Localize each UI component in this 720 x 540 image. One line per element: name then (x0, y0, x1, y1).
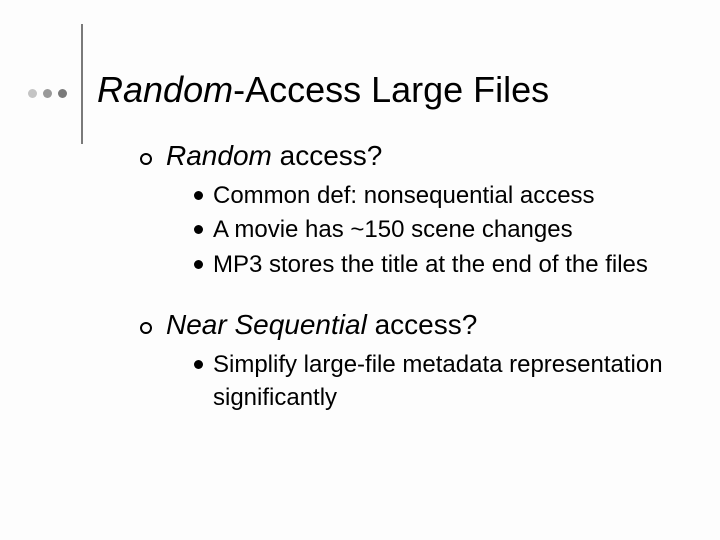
bullet-group: Simplify large-file metadata representat… (194, 349, 680, 414)
bullet-group: Common def: nonsequential access A movie… (194, 180, 680, 281)
dot-icon (58, 89, 67, 98)
disc-bullet-icon (194, 360, 203, 369)
ring-bullet-icon (140, 322, 152, 334)
list-item: MP3 stores the title at the end of the f… (194, 249, 680, 281)
bullet-text: MP3 stores the title at the end of the f… (213, 249, 648, 281)
heading-italic: Near Sequential (166, 309, 367, 340)
dot-icon (28, 89, 37, 98)
heading-italic: Random (166, 140, 272, 171)
header-row: Random-Access Large Files (28, 24, 684, 144)
decorator-dots (28, 89, 67, 98)
disc-bullet-icon (194, 225, 203, 234)
slide-content: Random access? Common def: nonsequential… (140, 140, 680, 442)
section-heading-text: Random access? (166, 140, 382, 172)
heading-rest: access? (272, 140, 383, 171)
disc-bullet-icon (194, 191, 203, 200)
section-heading: Near Sequential access? (140, 309, 680, 341)
dot-icon (43, 89, 52, 98)
slide: Random-Access Large Files Random access?… (0, 0, 720, 540)
list-item: Common def: nonsequential access (194, 180, 680, 212)
vertical-divider (81, 24, 83, 144)
bullet-text: A movie has ~150 scene changes (213, 214, 573, 246)
list-item: A movie has ~150 scene changes (194, 214, 680, 246)
heading-rest: access? (367, 309, 478, 340)
slide-title: Random-Access Large Files (97, 57, 549, 110)
disc-bullet-icon (194, 260, 203, 269)
ring-bullet-icon (140, 153, 152, 165)
list-item: Simplify large-file metadata representat… (194, 349, 680, 414)
bullet-text: Common def: nonsequential access (213, 180, 595, 212)
section-heading: Random access? (140, 140, 680, 172)
title-italic: Random (97, 69, 233, 110)
section-heading-text: Near Sequential access? (166, 309, 477, 341)
bullet-text: Simplify large-file metadata representat… (213, 349, 680, 414)
title-rest: -Access Large Files (233, 69, 549, 110)
